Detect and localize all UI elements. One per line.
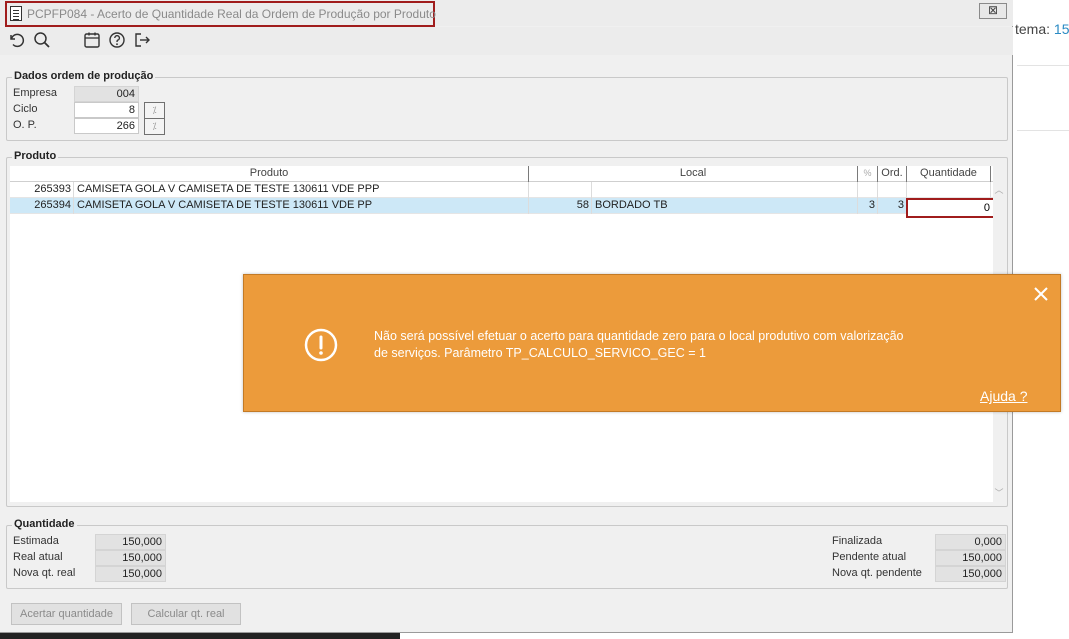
warning-icon <box>304 328 338 362</box>
column-header-produto[interactable]: Produto <box>10 166 529 182</box>
real-atual-field: 150,000 <box>95 550 166 566</box>
window-title-highlight: PCPFP084 - Acerto de Quantidade Real da … <box>5 1 436 27</box>
produto-label: Produto <box>12 150 59 162</box>
op-lookup-button[interactable]: ⁒ <box>144 118 165 135</box>
search-icon[interactable] <box>33 31 51 49</box>
empresa-field: 004 <box>74 86 139 102</box>
ciclo-lookup-button[interactable]: ⁒ <box>144 102 165 119</box>
warning-toast: Não será possível efetuar o acerto para … <box>243 274 1061 412</box>
op-field[interactable]: 266 <box>74 118 139 134</box>
column-header-local[interactable]: Local <box>529 166 858 182</box>
pendente-atual-field: 150,000 <box>935 550 1006 566</box>
table-row-selected[interactable]: 265394 CAMISETA GOLA V CAMISETA DE TESTE… <box>10 198 993 214</box>
real-atual-label: Real atual <box>13 551 63 563</box>
row-quantidade[interactable] <box>907 182 991 198</box>
nova-qt-pendente-label: Nova qt. pendente <box>832 567 922 579</box>
quantidade-group: Quantidade Estimada 150,000 Real atual 1… <box>6 518 1008 589</box>
ciclo-field[interactable]: 8 <box>74 102 139 118</box>
pendente-atual-label: Pendente atual <box>832 551 907 563</box>
op-label: O. P. <box>13 119 37 131</box>
column-header-quantidade[interactable]: Quantidade <box>907 166 991 182</box>
acertar-quantidade-button[interactable]: Acertar quantidade <box>11 603 122 625</box>
nova-qt-real-label: Nova qt. real <box>13 567 76 579</box>
row-local-name <box>592 182 858 198</box>
finalizada-label: Finalizada <box>832 535 883 547</box>
close-icon[interactable] <box>1032 285 1050 303</box>
row-product-code: 265393 <box>10 182 74 198</box>
empresa-label: Empresa <box>13 87 58 99</box>
toast-message-line1: Não será possível efetuar o acerto para … <box>374 329 904 343</box>
toolbar <box>0 27 1013 55</box>
column-header-percent[interactable]: % <box>858 166 878 182</box>
nova-qt-pendente-field: 150,000 <box>935 566 1006 582</box>
quantidade-label: Quantidade <box>12 518 77 530</box>
row-product-description: CAMISETA GOLA V CAMISETA DE TESTE 130611… <box>74 198 529 214</box>
calendar-icon[interactable] <box>83 31 101 49</box>
taskbar-strip <box>0 633 400 639</box>
undo-icon[interactable] <box>7 31 25 49</box>
toast-help-link[interactable]: Ajuda ? <box>980 388 1027 404</box>
exit-icon[interactable] <box>133 31 151 49</box>
toast-message: Não será possível efetuar o acerto para … <box>374 328 994 362</box>
row-product-code: 265394 <box>10 198 74 214</box>
quantidade-edit-cell[interactable]: 0 <box>906 198 996 218</box>
background-divider <box>1017 130 1069 131</box>
column-header-ord[interactable]: Ord. <box>878 166 907 182</box>
scroll-down-icon[interactable]: ﹀ <box>994 488 1004 498</box>
dados-ordem-group: Dados ordem de produção Empresa 004 Cicl… <box>6 70 1008 141</box>
row-percent <box>858 182 878 198</box>
title-bar: PCPFP084 - Acerto de Quantidade Real da … <box>0 0 1013 27</box>
row-product-description: CAMISETA GOLA V CAMISETA DE TESTE 130611… <box>74 182 529 198</box>
background-text: tema: 15 <box>1015 21 1069 37</box>
nova-qt-real-field: 150,000 <box>95 566 166 582</box>
row-ord <box>878 182 907 198</box>
table-row[interactable]: 265393 CAMISETA GOLA V CAMISETA DE TESTE… <box>10 182 993 198</box>
estimada-label: Estimada <box>13 535 59 547</box>
estimada-field: 150,000 <box>95 534 166 550</box>
document-icon <box>10 6 22 21</box>
row-local-code <box>529 182 592 198</box>
row-percent: 3 <box>858 198 878 214</box>
row-local-name: BORDADO TB <box>592 198 858 214</box>
background-divider <box>1017 65 1069 66</box>
finalizada-field: 0,000 <box>935 534 1006 550</box>
scroll-up-icon[interactable]: ︿ <box>994 185 1004 195</box>
grid-header: Produto Local % Ord. Quantidade <box>10 166 993 182</box>
toast-message-line2: de serviços. Parâmetro TP_CALCULO_SERVIC… <box>374 346 706 360</box>
dados-ordem-label: Dados ordem de produção <box>12 70 156 82</box>
row-local-code: 58 <box>529 198 592 214</box>
window-close-button[interactable]: ⊠ <box>979 3 1007 19</box>
window-title: PCPFP084 - Acerto de Quantidade Real da … <box>27 7 436 21</box>
ciclo-label: Ciclo <box>13 103 38 115</box>
calcular-qt-real-button[interactable]: Calcular qt. real <box>131 603 241 625</box>
row-ord: 3 <box>878 198 907 214</box>
help-icon[interactable] <box>108 31 126 49</box>
